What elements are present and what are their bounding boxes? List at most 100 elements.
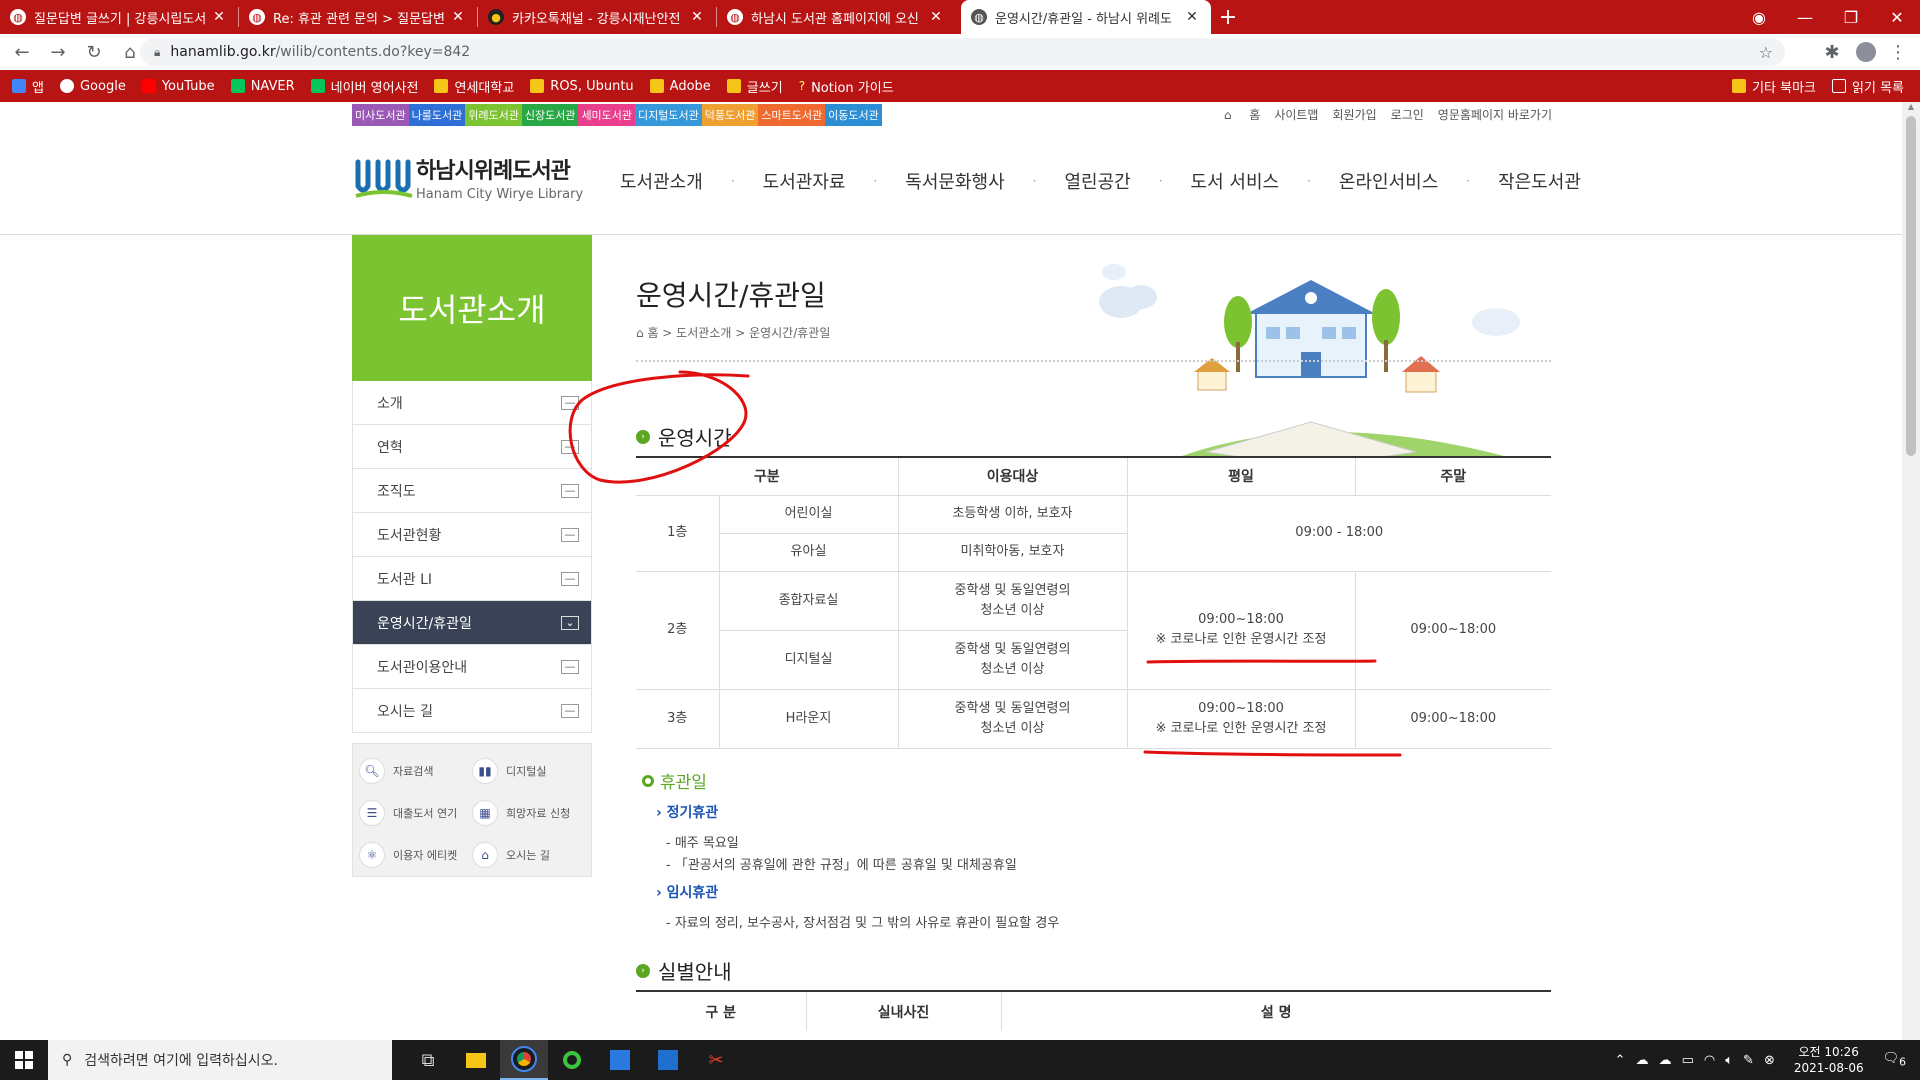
gnb-about[interactable]: 도서관소개 [620,168,703,194]
breadcrumb-section[interactable]: 도서관소개 [676,326,731,340]
breadcrumb-home[interactable]: 홈 [647,326,658,340]
file-explorer-icon[interactable] [452,1040,500,1080]
cloud-icon[interactable]: ☁ [1659,1053,1672,1068]
page-scrollbar[interactable]: ▲ [1902,102,1920,1040]
bookmark-writing[interactable]: 글쓰기 [726,77,783,96]
sidebar-item-guide[interactable]: 도서관이용안내 — [352,645,592,689]
ime-icon[interactable]: ⊗ [1764,1053,1775,1068]
branch-link[interactable]: 위례도서관 [465,104,522,126]
branch-link[interactable]: 나룰도서관 [408,104,466,126]
close-window-button[interactable]: ✕ [1874,0,1920,34]
onedrive-icon[interactable]: ☁ [1636,1053,1649,1068]
scrollbar-thumb[interactable] [1906,116,1916,456]
chevron-up-icon[interactable]: ⌃ [1615,1053,1626,1068]
branch-link[interactable]: 스마트도서관 [758,104,826,126]
close-icon[interactable]: ✕ [927,9,945,25]
gnb-online-service[interactable]: 온라인서비스 [1339,168,1438,194]
extensions-icon[interactable]: ✱ [1814,34,1850,70]
bookmark-google[interactable]: Google [59,79,126,94]
branch-link[interactable]: 미사도서관 [352,104,409,126]
branch-link[interactable]: 디지털도서관 [635,104,702,126]
quick-request[interactable]: ▦ 희망자료 신청 [472,800,585,826]
quick-renew[interactable]: ☰ 대출도서 연기 [359,800,472,826]
notification-icon[interactable]: 🗨︎6 [1883,1051,1906,1069]
profile-menu-icon[interactable]: ◉ [1736,0,1782,34]
minimize-button[interactable]: — [1782,0,1828,34]
bookmark-yonsei[interactable]: 연세대학교 [434,77,514,96]
branch-link[interactable]: 덕풍도서관 [701,104,759,126]
wifi-icon[interactable]: ◠ [1704,1053,1715,1068]
taskbar-search-input[interactable]: ⚲ 검색하려면 여기에 입력하십시오. [48,1040,392,1080]
tab-5-active[interactable]: ◍ 운영시간/휴관일 - 하남시 위례도 ✕ [961,0,1211,34]
bookmark-apps[interactable]: 앱 [12,77,44,96]
bookmark-youtube[interactable]: YouTube [141,79,215,94]
hours-heading: › 운영시간 [636,422,732,451]
tab-2[interactable]: ◍ Re: 휴관 관련 문의 > 질문답변 ✕ [239,0,477,34]
bookmark-other[interactable]: 기타 북마크 [1732,77,1816,96]
reload-icon[interactable]: ↻ [76,34,112,70]
close-icon[interactable]: ✕ [1183,9,1201,25]
avatar[interactable] [1848,34,1884,70]
pen-icon[interactable]: ✎ [1743,1053,1754,1068]
util-home[interactable]: ⌂ 홈 [1210,106,1260,123]
quick-search[interactable]: 🔍︎ 자료검색 [359,758,472,784]
volume-icon[interactable]: 🔈︎ [1725,1053,1733,1068]
room-cell: 종합자료실 [718,570,899,631]
sidebar-item-status[interactable]: 도서관현황 — [352,513,592,557]
bookmark-notion[interactable]: ? Notion 가이드 [799,77,894,96]
address-bar[interactable]: 🔒︎ hanamlib.go.kr/wilib/contents.do?key=… [140,38,1785,66]
quick-etiquette[interactable]: ⚛ 이용자 에티켓 [359,842,472,868]
bookmark-star-icon[interactable]: ☆ [1759,43,1773,62]
tab-1[interactable]: ◍ 질문답변 글쓰기 | 강릉시립도서 ✕ [0,0,238,34]
sidebar-item-li[interactable]: 도서관 LI — [352,557,592,601]
chrome-icon[interactable] [500,1040,548,1080]
bookmark-naver[interactable]: NAVER [230,79,295,94]
sidebar-item-directions[interactable]: 오시는 길 — [352,689,592,733]
green-app-icon[interactable] [548,1040,596,1080]
bookmark-naver-dict[interactable]: 네이버 영어사전 [310,77,418,96]
util-sitemap[interactable]: 사이트맵 [1274,106,1318,123]
restore-button[interactable]: ❐ [1828,0,1874,34]
quick-digital[interactable]: ▮▮ 디지털실 [472,758,585,784]
calendar-icon[interactable] [596,1040,644,1080]
battery-icon[interactable]: ▭ [1682,1053,1694,1068]
gnb-small-library[interactable]: 작은도서관 [1498,168,1581,194]
gnb-materials[interactable]: 도서관자료 [763,168,846,194]
photos-icon[interactable] [644,1040,692,1080]
bookmark-adobe[interactable]: Adobe [649,79,711,94]
tab-3[interactable]: ● 카카오톡채널 - 강릉시재난안전 ✕ [478,0,716,34]
system-tray: ⌃ ☁ ☁ ▭ ◠ 🔈︎ ✎ ⊗ 오전 10:26 2021-08-06 🗨︎6 [1610,1040,1920,1080]
reading-list[interactable]: 읽기 목록 [1832,77,1904,96]
globe-icon: ◍ [10,9,26,25]
branch-link[interactable]: 이동도서관 [825,104,882,126]
sidebar-item-hours[interactable]: 운영시간/휴관일 ⌄ [352,601,592,645]
util-signup[interactable]: 회원가입 [1332,106,1376,123]
sidebar-item-org-chart[interactable]: 조직도 — [352,469,592,513]
branch-link[interactable]: 신장도서관 [521,104,579,126]
site-logo[interactable]: 하남시위례도서관 Hanam City Wirye Library [354,152,583,202]
branch-link[interactable]: 세미도서관 [578,104,636,126]
new-tab-button[interactable]: + [1211,0,1245,34]
gnb-open-space[interactable]: 열린공간 [1064,168,1130,194]
sidebar-item-intro[interactable]: 소개 — [352,381,592,425]
tab-4[interactable]: ◍ 하남시 도서관 홈페이지에 오신 ✕ [717,0,955,34]
close-icon[interactable]: ✕ [210,9,228,25]
task-view-icon[interactable]: ⧉ [404,1040,452,1080]
util-login[interactable]: 로그인 [1391,106,1424,123]
close-icon[interactable]: ✕ [449,9,467,25]
forward-icon[interactable]: → [40,34,76,70]
tab-title: Re: 휴관 관련 문의 > 질문답변 [273,11,445,27]
gnb-book-service[interactable]: 도서 서비스 [1191,168,1280,194]
close-icon[interactable]: ✕ [688,9,706,25]
windows-start-button[interactable] [0,1040,48,1080]
gnb-events[interactable]: 독서문화행사 [905,168,1004,194]
back-icon[interactable]: ← [4,34,40,70]
url-path: /wilib/contents.do?key=842 [275,44,471,60]
sidebar-item-history[interactable]: 연혁 — [352,425,592,469]
clock[interactable]: 오전 10:26 2021-08-06 [1794,1044,1864,1076]
snip-tool-icon[interactable]: ✂ [692,1040,740,1080]
menu-icon[interactable]: ⋮ [1880,34,1916,70]
bookmark-ros[interactable]: ROS, Ubuntu [530,79,634,94]
util-english[interactable]: 영문홈페이지 바로가기 [1438,106,1552,123]
quick-directions[interactable]: ⌂ 오시는 길 [472,842,585,868]
